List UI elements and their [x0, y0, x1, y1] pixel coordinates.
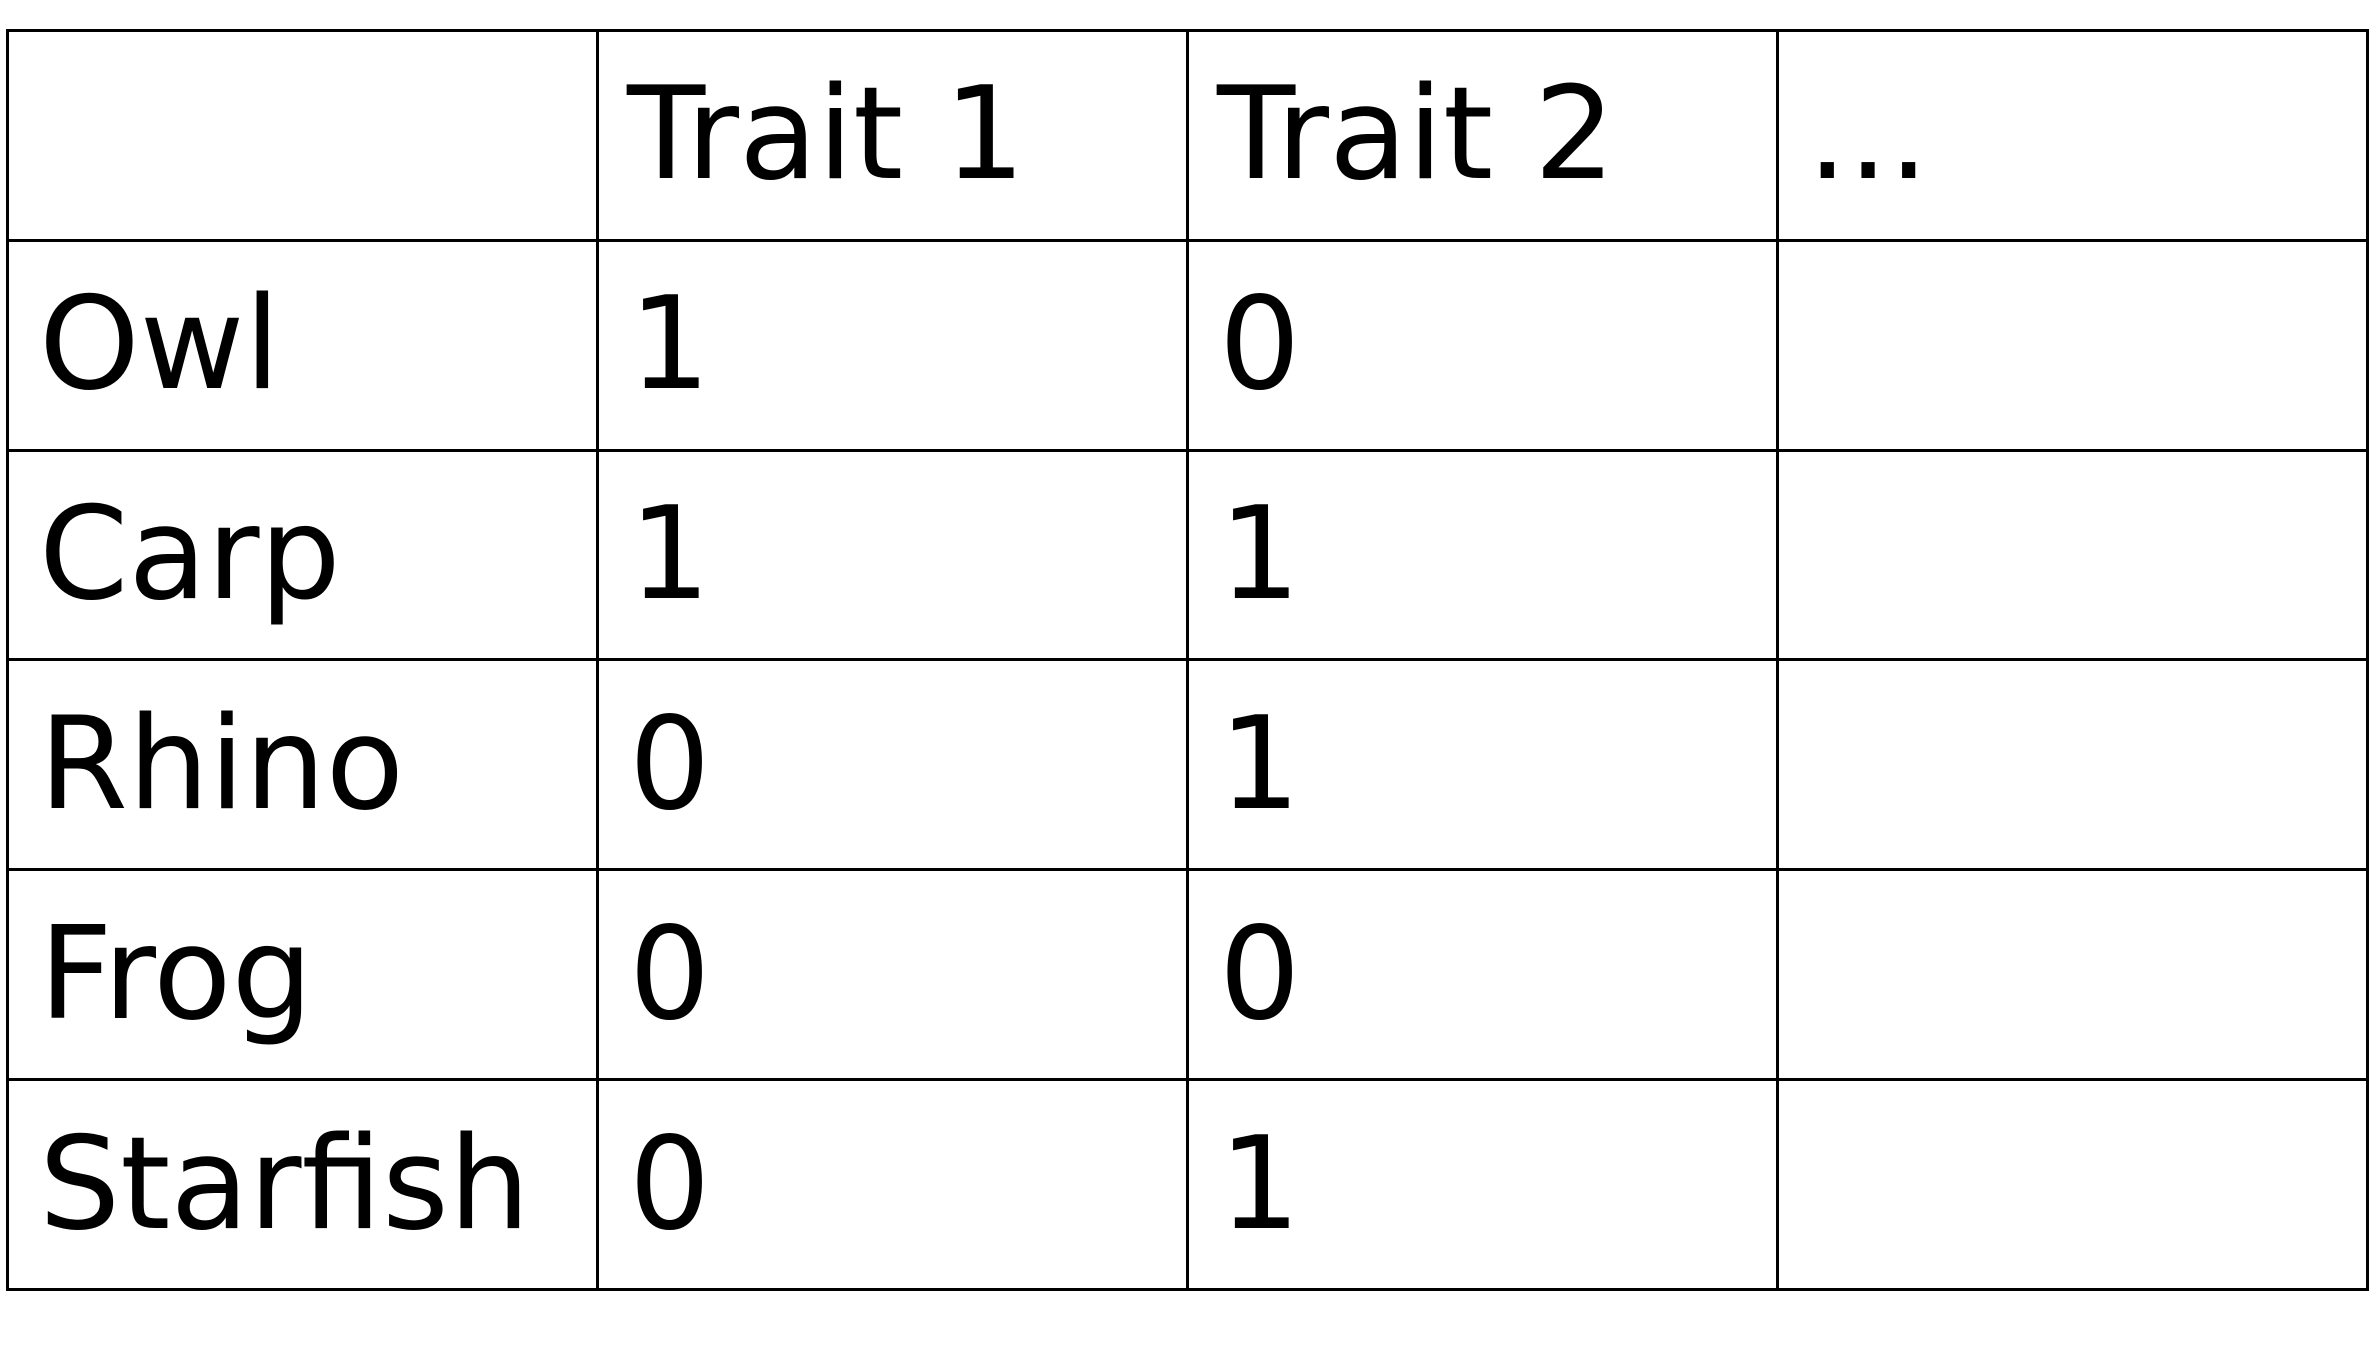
row-header-rhino: Rhino	[6, 658, 599, 872]
column-header-more: ...	[1776, 29, 2369, 242]
table-cell: 1	[596, 238, 1189, 452]
row-header-carp: Carp	[6, 448, 599, 662]
trait-matrix-table: Trait 1 Trait 2 ... Owl 1 0 Carp 1 1 Rhi…	[6, 29, 2369, 1291]
table-cell	[1776, 658, 2369, 872]
table-cell: 0	[596, 868, 1189, 1082]
row-header-owl: Owl	[6, 238, 599, 452]
table-cell: 1	[1186, 658, 1779, 872]
table-row: Rhino 0 1	[6, 658, 2369, 872]
table-cell: 0	[1186, 868, 1779, 1082]
table-row: Owl 1 0	[6, 238, 2369, 452]
table-cell: 0	[596, 1078, 1189, 1291]
table-cell: 1	[1186, 1078, 1779, 1291]
table-cell	[1776, 1078, 2369, 1291]
corner-cell	[6, 29, 599, 242]
table-cell: 0	[1186, 238, 1779, 452]
column-header-trait-1: Trait 1	[596, 29, 1189, 242]
table-header-row: Trait 1 Trait 2 ...	[6, 29, 2369, 242]
row-header-frog: Frog	[6, 868, 599, 1082]
table-row: Starfish 0 1	[6, 1078, 2369, 1291]
table-cell: 1	[596, 448, 1189, 662]
table-cell	[1776, 868, 2369, 1082]
table-cell	[1776, 238, 2369, 452]
table-row: Frog 0 0	[6, 868, 2369, 1082]
table-cell: 0	[596, 658, 1189, 872]
row-header-starfish: Starfish	[6, 1078, 599, 1291]
table-cell: 1	[1186, 448, 1779, 662]
table-row: Carp 1 1	[6, 448, 2369, 662]
column-header-trait-2: Trait 2	[1186, 29, 1779, 242]
table-cell	[1776, 448, 2369, 662]
